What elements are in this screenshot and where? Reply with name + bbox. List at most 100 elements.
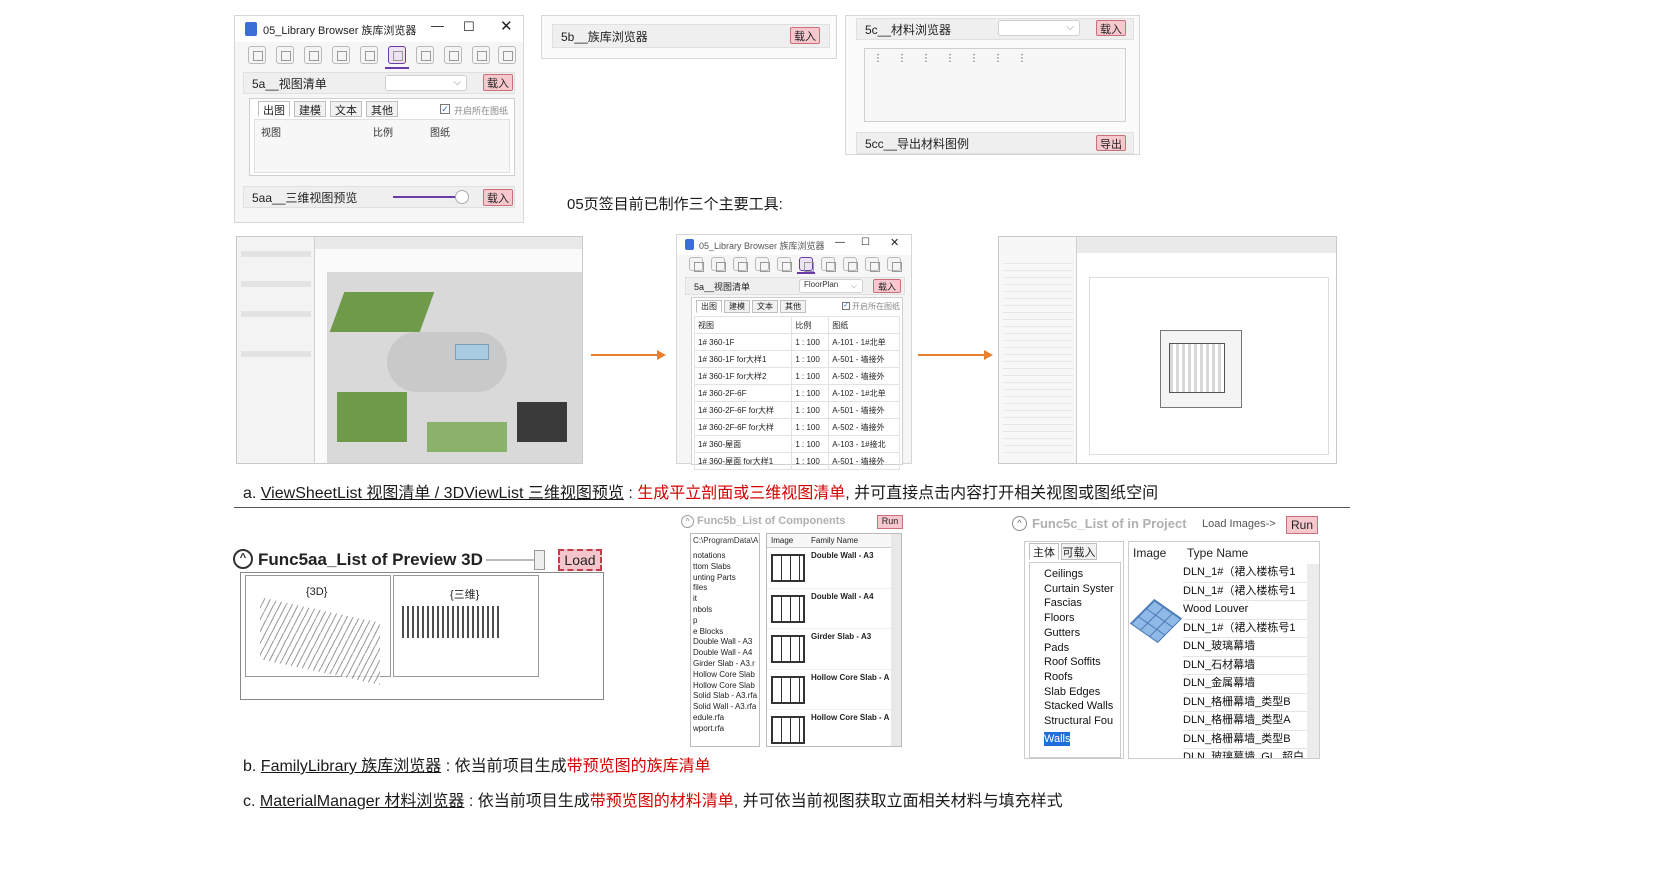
collapse-icon[interactable]: ^ — [681, 515, 694, 528]
tool-icon-4[interactable] — [755, 257, 770, 272]
tool-icon-10[interactable] — [887, 257, 902, 272]
view-type-combo[interactable]: FloorPlan ⌵ — [799, 279, 863, 293]
tab-jianmo[interactable]: 建模 — [294, 101, 326, 117]
list-item[interactable]: Solid Wall - A3.rfa — [693, 702, 757, 713]
type-row[interactable]: DLN_金属幕墙 — [1183, 675, 1307, 694]
tool-icon-5[interactable] — [360, 46, 378, 64]
tool-icon-8[interactable] — [444, 46, 462, 64]
collapse-icon[interactable]: ^ — [1012, 516, 1027, 531]
type-scrollbar[interactable] — [1307, 564, 1319, 758]
list-item[interactable]: notations — [693, 551, 757, 562]
list-item[interactable]: p — [693, 616, 757, 627]
category-item[interactable]: Structural Fou — [1044, 714, 1114, 729]
type-row[interactable]: DLN_玻璃幕墙_GL_超白 — [1183, 749, 1307, 758]
type-row[interactable]: DLN_1#（裙入楼栋号1 — [1183, 564, 1307, 583]
table-row[interactable]: 1# 360-屋面 1 : 100 A-103 - 1#接北 — [693, 435, 900, 453]
caption-a-link[interactable]: ViewSheetList 视图清单 / 3DViewList 三维视图预览 — [261, 485, 624, 502]
run-button[interactable]: Run — [1286, 516, 1318, 534]
tool-icon-3[interactable] — [304, 46, 322, 64]
type-row[interactable]: DLN_1#（裙入楼栋号1 — [1183, 620, 1307, 638]
tab-qita[interactable]: 其他 — [780, 300, 806, 313]
list-item[interactable]: Girder Slab - A3.r — [693, 659, 757, 670]
category-item[interactable]: Ceilings — [1044, 567, 1114, 582]
category-item[interactable]: Roofs — [1044, 670, 1114, 685]
category-item[interactable]: Stacked Walls — [1044, 699, 1114, 714]
close-icon[interactable]: ✕ — [890, 236, 899, 249]
preview-load-button[interactable]: Load — [558, 549, 602, 571]
list-item[interactable]: Hollow Core Slab - A — [767, 710, 891, 746]
list-item[interactable]: Double Wall - A3 — [767, 548, 891, 589]
tool-icon-2[interactable] — [711, 257, 726, 272]
table-row[interactable]: 1# 360-2F-6F for大样 1 : 100 A-502 - 墙接外 — [693, 418, 900, 436]
list-item[interactable]: nbols — [693, 605, 757, 616]
list-item[interactable]: edule.rfa — [693, 713, 757, 724]
list-item[interactable]: ttom Slabs — [693, 562, 757, 573]
tool-icon-library-selected[interactable] — [799, 257, 814, 272]
list-item[interactable]: Solid Slab - A3.rfa — [693, 691, 757, 702]
table-row[interactable]: 1# 360-1F for大样2 1 : 100 A-502 - 墙接外 — [693, 367, 900, 385]
family-scrollbar[interactable] — [891, 534, 901, 746]
category-item[interactable]: Curtain Syster — [1044, 582, 1114, 597]
load-button-5c[interactable]: 载入 — [1096, 20, 1126, 36]
tab-loadable[interactable]: 可载入 — [1061, 543, 1097, 560]
list-item[interactable]: files — [693, 583, 757, 594]
tab-chutu[interactable]: 出图 — [258, 101, 290, 117]
preview-slider-thumb[interactable] — [455, 190, 469, 204]
tab-host[interactable]: 主体 — [1029, 543, 1059, 560]
table-row[interactable]: 1# 360-屋面 for大样1 1 : 100 A-501 - 墙接外 — [693, 452, 900, 470]
tab-wenben[interactable]: 文本 — [752, 300, 778, 313]
type-row[interactable]: DLN_格栅幕墙_类型B — [1183, 731, 1307, 749]
list-item[interactable]: Hollow Core Slab - A — [767, 670, 891, 710]
category-item[interactable]: Pads — [1044, 641, 1114, 656]
table-row[interactable]: 1# 360-2F-6F for大样 1 : 100 A-501 - 墙接外 — [693, 401, 900, 419]
preview-load-button[interactable]: 载入 — [483, 189, 513, 206]
list-item[interactable]: Hollow Core Slab — [693, 681, 757, 692]
caption-b-link[interactable]: FamilyLibrary 族库浏览器 — [261, 758, 441, 775]
tool-icon-9[interactable] — [472, 46, 490, 64]
open-sheet-checkbox[interactable]: ✓ — [842, 302, 850, 310]
tool-icon-7[interactable] — [821, 257, 836, 272]
tool-icon-7[interactable] — [416, 46, 434, 64]
open-sheet-checkbox[interactable]: ✓ — [440, 104, 450, 114]
minimize-icon[interactable]: — — [431, 18, 444, 33]
tool-icon-4[interactable] — [332, 46, 350, 64]
tab-qita[interactable]: 其他 — [366, 101, 398, 117]
tool-icon-1[interactable] — [689, 257, 704, 272]
run-button[interactable]: Run — [877, 515, 903, 529]
load-button-5b[interactable]: 载入 — [790, 27, 820, 44]
type-row[interactable]: DLN_石材幕墙 — [1183, 657, 1307, 675]
category-item[interactable]: Gutters — [1044, 626, 1114, 641]
type-row[interactable]: DLN_格栅幕墙_类型B — [1183, 694, 1307, 712]
tool-icon-8[interactable] — [843, 257, 858, 272]
category-item[interactable]: Fascias — [1044, 596, 1114, 611]
thumb-3d[interactable]: {3D} — [245, 575, 391, 685]
category-item[interactable]: Floors — [1044, 611, 1114, 626]
category-item[interactable]: Slab Edges — [1044, 685, 1114, 700]
list-item[interactable]: unting Parts — [693, 573, 757, 584]
category-item[interactable]: Walls — [1044, 731, 1071, 747]
tab-wenben[interactable]: 文本 — [330, 101, 362, 117]
preview-slider-thumb[interactable] — [534, 550, 545, 570]
table-row[interactable]: 1# 360-2F-6F 1 : 100 A-102 - 1#北单 — [693, 384, 900, 402]
list-item[interactable]: e Blocks — [693, 627, 757, 638]
tool-icon-5[interactable] — [777, 257, 792, 272]
list-item[interactable]: wport.rfa — [693, 724, 757, 735]
type-row[interactable]: DLN_1#（裙入楼栋号1 — [1183, 583, 1307, 601]
list-item[interactable]: Double Wall - A4 — [767, 589, 891, 629]
file-tree[interactable]: C:\ProgramData\A notations ttom Slabs unti… — [690, 533, 760, 747]
type-row[interactable]: DLN_格栅幕墙_类型A — [1183, 712, 1307, 731]
type-row[interactable]: DLN_玻璃幕墙 — [1183, 638, 1307, 657]
table-row[interactable]: 1# 360-1F 1 : 100 A-101 - 1#北单 — [693, 333, 900, 351]
load-button[interactable]: 载入 — [483, 74, 513, 91]
tool-icon-3[interactable] — [733, 257, 748, 272]
caption-c-link[interactable]: MaterialManager 材料浏览器 — [260, 793, 465, 810]
maximize-icon[interactable]: ☐ — [861, 237, 870, 248]
list-item[interactable]: Girder Slab - A3 — [767, 629, 891, 670]
view-type-combo[interactable]: ⌵ — [385, 75, 467, 91]
list-item[interactable]: Double Wall - A3 — [693, 637, 757, 648]
thumb-3d-cn[interactable]: {三维} — [393, 575, 539, 677]
tab-jianmo[interactable]: 建模 — [724, 300, 750, 313]
minimize-icon[interactable]: — — [835, 237, 845, 248]
tool-icon-10[interactable] — [498, 46, 516, 64]
list-item[interactable]: Double Wall - A4 — [693, 648, 757, 659]
